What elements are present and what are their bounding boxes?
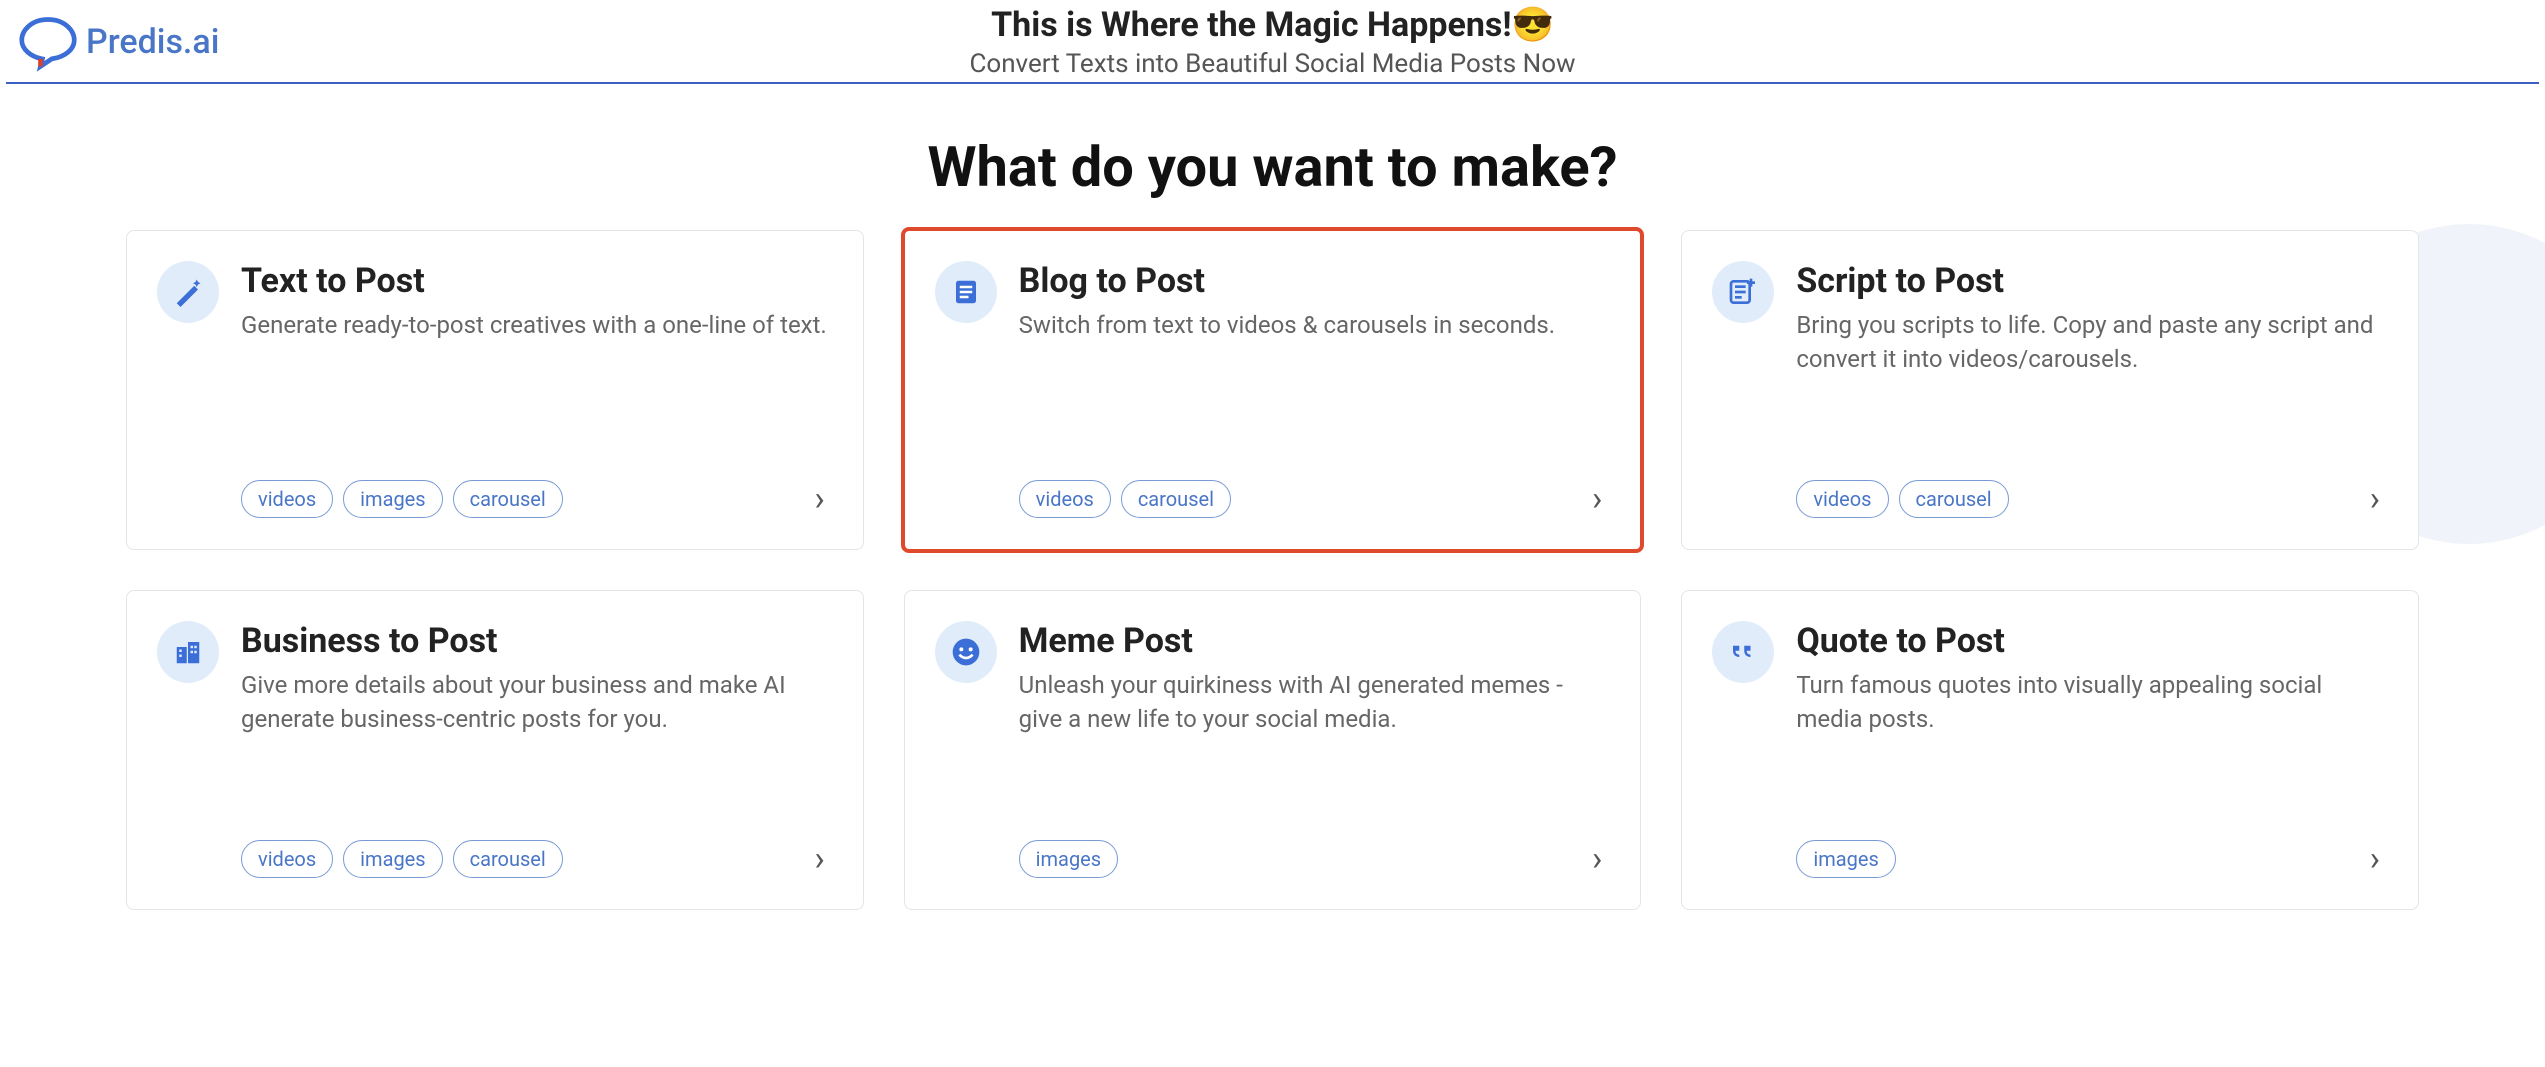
card-business-to-post[interactable]: Business to Post Give more details about… [126,590,864,910]
tag: carousel [1121,480,1231,518]
header-title: This is Where the Magic Happens!😎 [969,5,1575,45]
chevron-right-icon: › [814,839,832,879]
card-title: Script to Post [1796,261,2388,301]
tag: images [1019,840,1118,878]
template-cards-grid: Text to Post Generate ready-to-post crea… [6,230,2539,910]
tag: videos [241,840,333,878]
card-meme-post[interactable]: Meme Post Unleash your quirkiness with A… [904,590,1642,910]
predis-logo-icon [18,12,78,72]
tag: carousel [453,840,563,878]
card-title: Text to Post [241,261,833,301]
tag: videos [1796,480,1888,518]
chevron-right-icon: › [1592,839,1610,879]
card-title: Quote to Post [1796,621,2388,661]
chevron-right-icon: › [2370,839,2388,879]
card-description: Switch from text to videos & carousels i… [1019,309,1611,343]
chevron-right-icon: › [1592,479,1610,519]
card-description: Unleash your quirkiness with AI generate… [1019,669,1611,736]
card-title: Blog to Post [1019,261,1611,301]
magic-wand-icon [157,261,219,323]
card-tags: images [1796,840,1895,878]
card-tags: videos images carousel [241,840,563,878]
tag: videos [241,480,333,518]
card-description: Turn famous quotes into visually appeali… [1796,669,2388,736]
header: Predis.ai This is Where the Magic Happen… [6,6,2539,84]
tag: carousel [1899,480,2009,518]
card-description: Give more details about your business an… [241,669,833,736]
card-description: Generate ready-to-post creatives with a … [241,309,833,343]
quotes-icon [1712,621,1774,683]
card-description: Bring you scripts to life. Copy and past… [1796,309,2388,376]
header-tagline: This is Where the Magic Happens!😎 Conver… [969,5,1575,79]
card-text-to-post[interactable]: Text to Post Generate ready-to-post crea… [126,230,864,550]
card-script-to-post[interactable]: Script to Post Bring you scripts to life… [1681,230,2419,550]
tag: images [343,480,442,518]
tag: videos [1019,480,1111,518]
brand-logo[interactable]: Predis.ai [18,12,219,72]
card-quote-to-post[interactable]: Quote to Post Turn famous quotes into vi… [1681,590,2419,910]
chevron-right-icon: › [814,479,832,519]
card-tags: videos carousel [1019,480,1231,518]
tag: carousel [453,480,563,518]
tag: images [343,840,442,878]
card-tags: videos carousel [1796,480,2008,518]
brand-name: Predis.ai [86,22,219,62]
header-subtitle: Convert Texts into Beautiful Social Medi… [969,49,1575,79]
page-title: What do you want to make? [6,134,2539,200]
tag: images [1796,840,1895,878]
document-icon [935,261,997,323]
chevron-right-icon: › [2370,479,2388,519]
smiley-icon [935,621,997,683]
card-tags: videos images carousel [241,480,563,518]
buildings-icon [157,621,219,683]
card-tags: images [1019,840,1118,878]
script-plus-icon [1712,261,1774,323]
card-title: Meme Post [1019,621,1611,661]
card-title: Business to Post [241,621,833,661]
card-blog-to-post[interactable]: Blog to Post Switch from text to videos … [901,227,1645,553]
